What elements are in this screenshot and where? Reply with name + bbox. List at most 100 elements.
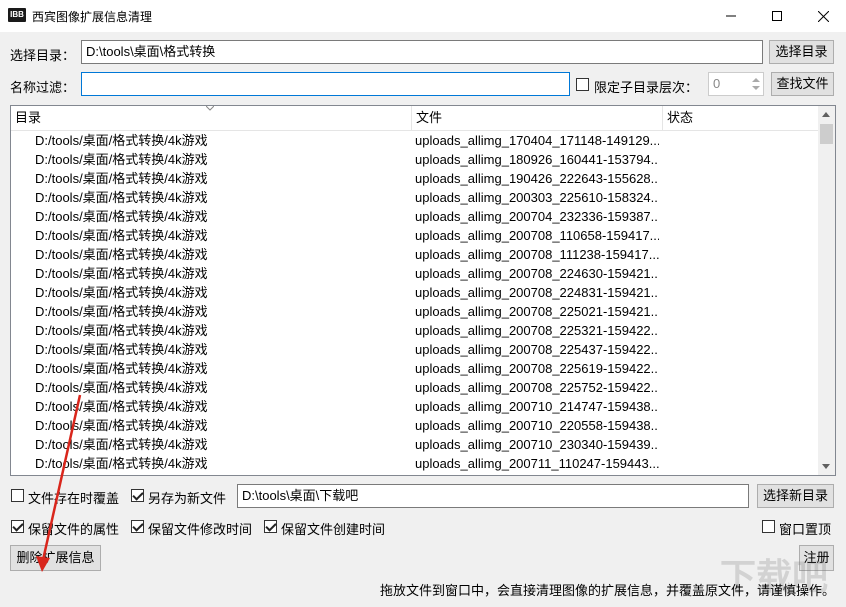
cell-file: uploads_allimg_200708_224630-159421... <box>415 266 659 281</box>
cell-file: uploads_allimg_200708_225437-159422... <box>415 342 659 357</box>
output-dir-input[interactable]: D:\tools\桌面\下载吧 <box>237 484 749 508</box>
save-as-label: 另存为新文件 <box>148 491 227 506</box>
cell-file: uploads_allimg_200708_110658-159417... <box>415 228 659 243</box>
table-row[interactable]: D:/tools/桌面/格式转换/4k游戏 uploads_allimg_2007… <box>11 302 818 321</box>
table-row[interactable]: D:/tools/桌面/格式转换/4k游戏 uploads_allimg_2007… <box>11 454 818 473</box>
dir-label: 选择目录： <box>10 48 76 63</box>
table-row[interactable]: D:/tools/桌面/格式转换/4k游戏 uploads_allimg_2007… <box>11 416 818 435</box>
scroll-down-icon[interactable] <box>822 464 830 469</box>
cell-file: uploads_allimg_180926_160441-153794... <box>415 152 659 167</box>
cell-file: uploads_allimg_200710_230340-159439... <box>415 437 659 452</box>
cell-dir: D:/tools/桌面/格式转换/4k游戏 <box>35 437 208 452</box>
cell-dir: D:/tools/桌面/格式转换/4k游戏 <box>35 171 208 186</box>
cell-dir: D:/tools/桌面/格式转换/4k游戏 <box>35 152 208 167</box>
depth-spinner[interactable]: 0 <box>708 72 764 96</box>
table-row[interactable]: D:/tools/桌面/格式转换/4k游戏 uploads_allimg_2007… <box>11 397 818 416</box>
spin-arrows-icon <box>752 78 760 90</box>
keep-attr-label: 保留文件的属性 <box>28 522 120 537</box>
table-row[interactable]: D:/tools/桌面/格式转换/4k游戏 uploads_allimg_2007… <box>11 283 818 302</box>
cell-dir: D:/tools/桌面/格式转换/4k游戏 <box>35 190 208 205</box>
table-row[interactable]: D:/tools/桌面/格式转换/4k游戏 uploads_allimg_2007… <box>11 207 818 226</box>
keep-ctime-label: 保留文件创建时间 <box>281 522 386 537</box>
cell-dir: D:/tools/桌面/格式转换/4k游戏 <box>35 361 208 376</box>
table-row[interactable]: D:/tools/桌面/格式转换/4k游戏 uploads_allimg_2007… <box>11 264 818 283</box>
cell-dir: D:/tools/桌面/格式转换/4k游戏 <box>35 380 208 395</box>
cell-file: uploads_allimg_170404_171148-149129... <box>415 133 659 148</box>
table-row[interactable]: D:/tools/桌面/格式转换/4k游戏 uploads_allimg_2007… <box>11 245 818 264</box>
cell-file: uploads_allimg_200708_111238-159417... <box>415 247 659 262</box>
cell-dir: D:/tools/桌面/格式转换/4k游戏 <box>35 133 208 148</box>
table-row[interactable]: D:/tools/桌面/格式转换/4k游戏 uploads_allimg_2007… <box>11 340 818 359</box>
header-dir[interactable]: 目录 <box>11 106 412 130</box>
table-row[interactable]: D:/tools/桌面/格式转换/4k游戏 uploads_allimg_2007… <box>11 359 818 378</box>
header-file[interactable]: 文件 <box>412 106 663 130</box>
topmost-checkbox[interactable] <box>762 520 775 533</box>
select-new-dir-button[interactable]: 选择新目录 <box>757 484 834 508</box>
table-scrollbar[interactable] <box>818 106 835 475</box>
app-icon: IBB <box>8 8 26 22</box>
cell-file: uploads_allimg_200708_225619-159422... <box>415 361 659 376</box>
table-row[interactable]: D:/tools/桌面/格式转换/4k游戏 uploads_allimg_1809… <box>11 150 818 169</box>
maximize-icon <box>772 11 782 21</box>
overwrite-label: 文件存在时覆盖 <box>28 491 120 506</box>
overwrite-checkbox[interactable] <box>11 489 24 502</box>
scroll-up-icon[interactable] <box>822 112 830 117</box>
cell-dir: D:/tools/桌面/格式转换/4k游戏 <box>35 304 208 319</box>
cell-dir: D:/tools/桌面/格式转换/4k游戏 <box>35 342 208 357</box>
minimize-button[interactable] <box>708 0 754 32</box>
table-row[interactable]: D:/tools/桌面/格式转换/4k游戏 uploads_allimg_1704… <box>11 131 818 150</box>
table-row[interactable]: D:/tools/桌面/格式转换/4k游戏 uploads_allimg_2007… <box>11 435 818 454</box>
table-header: 目录 文件 状态 <box>11 106 818 131</box>
table-row[interactable]: D:/tools/桌面/格式转换/4k游戏 uploads_allimg_2007… <box>11 226 818 245</box>
cell-dir: D:/tools/桌面/格式转换/4k游戏 <box>35 285 208 300</box>
keep-mtime-checkbox[interactable] <box>131 520 144 533</box>
cell-file: uploads_allimg_200710_214747-159438... <box>415 399 659 414</box>
cell-dir: D:/tools/桌面/格式转换/4k游戏 <box>35 399 208 414</box>
delete-ext-info-button[interactable]: 删除扩展信息 <box>10 545 101 571</box>
cell-file: uploads_allimg_200303_225610-158324... <box>415 190 659 205</box>
window-title: 西宾图像扩展信息清理 <box>32 10 153 24</box>
cell-file: uploads_allimg_200710_220558-159438... <box>415 418 659 433</box>
title-bar: IBB 西宾图像扩展信息清理 <box>0 0 846 32</box>
maximize-button[interactable] <box>754 0 800 32</box>
cell-file: uploads_allimg_190426_222643-155628... <box>415 171 659 186</box>
header-status[interactable]: 状态 <box>663 106 818 130</box>
cell-dir: D:/tools/桌面/格式转换/4k游戏 <box>35 456 208 471</box>
find-files-button[interactable]: 查找文件 <box>771 72 834 96</box>
dir-input[interactable]: D:\tools\桌面\格式转换 <box>81 40 763 64</box>
scroll-thumb[interactable] <box>820 124 833 144</box>
table-row[interactable]: D:/tools/桌面/格式转换/4k游戏 uploads_allimg_2007… <box>11 378 818 397</box>
file-table[interactable]: 目录 文件 状态 D:/tools/桌面/格式转换/4k游戏 uploads_al… <box>10 105 836 476</box>
cell-file: uploads_allimg_200708_225752-159422... <box>415 380 659 395</box>
sort-indicator-icon <box>206 106 214 111</box>
save-as-checkbox[interactable] <box>131 489 144 502</box>
depth-value: 0 <box>713 76 721 91</box>
cell-dir: D:/tools/桌面/格式转换/4k游戏 <box>35 266 208 281</box>
limit-depth-checkbox[interactable] <box>576 78 589 91</box>
cell-dir: D:/tools/桌面/格式转换/4k游戏 <box>35 209 208 224</box>
cell-dir: D:/tools/桌面/格式转换/4k游戏 <box>35 418 208 433</box>
select-dir-button[interactable]: 选择目录 <box>769 40 834 64</box>
table-row[interactable]: D:/tools/桌面/格式转换/4k游戏 uploads_allimg_1904… <box>11 169 818 188</box>
keep-ctime-checkbox[interactable] <box>264 520 277 533</box>
cell-file: uploads_allimg_200708_225321-159422... <box>415 323 659 338</box>
name-filter-input[interactable] <box>81 72 570 96</box>
table-row[interactable]: D:/tools/桌面/格式转换/4k游戏 uploads_allimg_2007… <box>11 321 818 340</box>
table-row[interactable]: D:/tools/桌面/格式转换/4k游戏 uploads_allimg_2003… <box>11 188 818 207</box>
cell-file: uploads_allimg_200711_110247-159443... <box>415 456 659 471</box>
topmost-label: 窗口置顶 <box>779 522 832 537</box>
cell-file: uploads_allimg_200708_225021-159421... <box>415 304 659 319</box>
keep-attr-checkbox[interactable] <box>11 520 24 533</box>
cell-file: uploads_allimg_200708_224831-159421... <box>415 285 659 300</box>
header-dir-label: 目录 <box>15 110 42 125</box>
limit-depth-label: 限定子目录层次： <box>594 80 699 95</box>
close-button[interactable] <box>800 0 846 32</box>
close-icon <box>817 10 829 22</box>
cell-file: uploads_allimg_200704_232336-159387... <box>415 209 659 224</box>
keep-mtime-label: 保留文件修改时间 <box>148 522 253 537</box>
cell-dir: D:/tools/桌面/格式转换/4k游戏 <box>35 247 208 262</box>
filter-label: 名称过滤： <box>10 80 76 95</box>
cell-dir: D:/tools/桌面/格式转换/4k游戏 <box>35 323 208 338</box>
status-text: 拖放文件到窗口中，会直接清理图像的扩展信息，并覆盖原文件，请谨慎操作。 <box>380 583 836 598</box>
minimize-icon <box>726 15 736 17</box>
